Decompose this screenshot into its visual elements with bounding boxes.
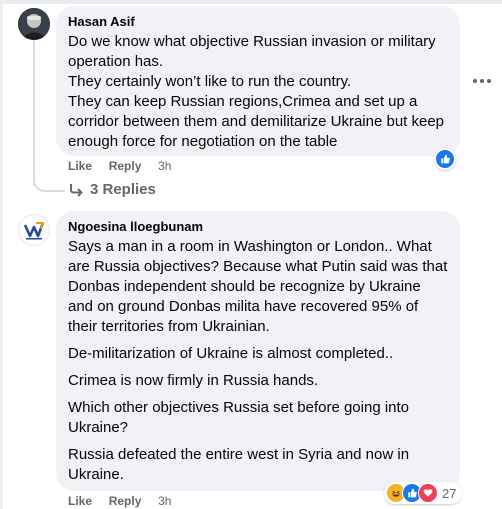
love-reaction-icon bbox=[418, 483, 438, 503]
comment-author[interactable]: Hasan Asif bbox=[68, 14, 448, 30]
avatar-logo bbox=[23, 222, 45, 240]
reaction-count: 27 bbox=[442, 485, 457, 501]
comment-paragraph: Which other objectives Russia set before… bbox=[68, 399, 410, 436]
comment-paragraph: Russia defeated the entire west in Syria… bbox=[68, 446, 410, 483]
comment-text: Do we know what objective Russian invasi… bbox=[68, 33, 445, 150]
comment-bubble: Hasan Asif Do we know what objective Rus… bbox=[56, 6, 460, 156]
view-replies-button[interactable]: 3 Replies bbox=[68, 181, 156, 198]
comment-paragraph: De-militarization of Ukraine is almost c… bbox=[68, 345, 394, 362]
avatar[interactable] bbox=[18, 8, 50, 40]
reply-button[interactable]: Reply bbox=[109, 159, 142, 173]
thread-connector bbox=[33, 176, 65, 192]
more-options-icon[interactable] bbox=[472, 72, 492, 90]
comment-actions: Like Reply 3h bbox=[68, 159, 171, 173]
comment-paragraph: Crimea is now firmly in Russia hands. bbox=[68, 372, 319, 389]
comment-bubble: Ngoesina lloegbunam Says a man in a room… bbox=[56, 211, 460, 491]
replies-count-label: 3 Replies bbox=[90, 181, 156, 198]
comment-paragraph: Says a man in a room in Washington or Lo… bbox=[68, 238, 448, 335]
reply-arrow-icon bbox=[70, 183, 83, 197]
like-button[interactable]: Like bbox=[68, 159, 92, 173]
like-button[interactable]: Like bbox=[68, 494, 92, 508]
comment-timestamp[interactable]: 3h bbox=[158, 494, 171, 508]
comment-timestamp[interactable]: 3h bbox=[158, 159, 171, 173]
comment-actions: Like Reply 3h bbox=[68, 494, 171, 508]
comment-text: Says a man in a room in Washington or Lo… bbox=[68, 237, 448, 485]
left-border bbox=[0, 4, 3, 509]
avatar-photo bbox=[18, 8, 50, 40]
reactions-summary[interactable] bbox=[434, 148, 456, 170]
reply-button[interactable]: Reply bbox=[109, 494, 142, 508]
like-reaction-icon bbox=[435, 149, 455, 169]
top-divider bbox=[0, 0, 502, 4]
avatar[interactable] bbox=[18, 214, 50, 246]
reactions-summary[interactable]: 27 bbox=[384, 482, 463, 504]
comment-author[interactable]: Ngoesina lloegbunam bbox=[68, 219, 448, 235]
thread-line bbox=[33, 40, 35, 186]
